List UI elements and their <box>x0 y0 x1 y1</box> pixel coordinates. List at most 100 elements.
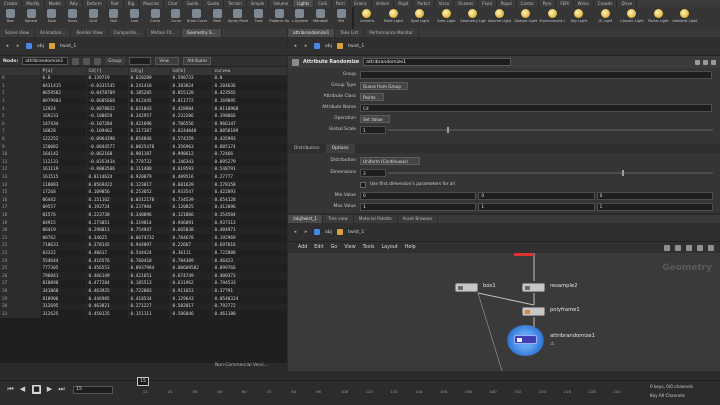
operation-dropdown[interactable]: Set Value <box>360 115 390 123</box>
shelf-tool[interactable]: Circle <box>145 7 166 29</box>
pane-tab[interactable]: Motion FX... <box>146 29 182 37</box>
column-header[interactable]: Cd[g] <box>128 67 171 75</box>
shelf-tab[interactable]: Vellum <box>372 0 395 7</box>
shelf-light-tool[interactable]: Distant Light <box>513 7 540 29</box>
group-type-dropdown[interactable]: Guess from Group <box>360 82 408 90</box>
shelf-tool[interactable]: Metaball <box>310 7 331 29</box>
shelf-tool[interactable]: Line <box>124 7 145 29</box>
node-body[interactable] <box>455 283 478 292</box>
detail-mode-icon[interactable] <box>94 57 102 65</box>
node-body[interactable] <box>522 307 545 316</box>
path-crumb-obj[interactable]: obj <box>37 44 44 49</box>
menu-item[interactable]: View <box>344 245 355 250</box>
menu-item[interactable]: Layout <box>381 245 397 250</box>
view-dropdown[interactable]: View <box>155 57 180 65</box>
shelf-tab[interactable]: Rigid <box>394 0 414 7</box>
pane-tab[interactable]: Performance Monitor <box>364 29 419 37</box>
stop-icon[interactable]: ■ <box>32 385 41 394</box>
shelf-tab[interactable]: Deform <box>83 0 107 7</box>
shelf-tab[interactable]: Text <box>107 0 124 7</box>
shelf-tool[interactable]: Null <box>103 7 124 29</box>
shelf-tab[interactable]: Drive <box>617 0 638 7</box>
path-crumb-obj[interactable]: obj <box>325 230 332 235</box>
grid-icon[interactable] <box>675 244 681 251</box>
current-frame-marker[interactable]: 15 <box>137 377 149 386</box>
column-header[interactable]: curveu <box>212 67 287 75</box>
pane-tab[interactable]: Tree view <box>323 215 354 223</box>
shelf-light-tool[interactable]: Ambient Light <box>672 7 699 29</box>
dimensions-field[interactable]: 3 <box>360 169 386 177</box>
shelf-tab[interactable]: Modify <box>22 0 45 7</box>
slider-knob[interactable] <box>622 170 624 176</box>
column-header[interactable]: Cd[b] <box>170 67 213 75</box>
min-value-x[interactable]: 0 <box>360 192 477 200</box>
group-field[interactable] <box>129 57 152 65</box>
back-icon[interactable]: ◂ <box>4 43 10 49</box>
dimensions-slider[interactable] <box>388 170 713 176</box>
use-first-checkbox[interactable] <box>360 182 366 188</box>
node-name-field[interactable]: attribrandomize1 <box>363 58 512 66</box>
shelf-tab[interactable]: Visco <box>435 0 455 7</box>
shelf-light-tool[interactable]: Environment Light <box>539 7 566 29</box>
pane-tab[interactable]: Take List <box>335 29 365 37</box>
column-header[interactable] <box>0 67 41 75</box>
max-value-x[interactable]: 1 <box>360 203 477 211</box>
network-editor[interactable]: Geometry box1 resample2 polyframe1 attri… <box>288 253 720 371</box>
step-back-icon[interactable]: ◀ <box>18 385 27 394</box>
points-mode-icon[interactable] <box>72 57 80 65</box>
node-body[interactable] <box>514 335 537 344</box>
shelf-tool[interactable]: Torus <box>62 7 83 29</box>
jump-end-icon[interactable]: ⏭ <box>57 385 66 394</box>
shelf-light-tool[interactable]: Portal Light <box>645 7 672 29</box>
shelf-tab[interactable]: Volume <box>269 0 294 7</box>
shelf-light-tool[interactable]: Camera <box>354 7 381 29</box>
shelf-tool[interactable]: Draw Curve <box>186 7 207 29</box>
pane-tab[interactable]: Render View <box>71 29 109 37</box>
shelf-tab[interactable]: Lights <box>293 0 315 7</box>
shelf-tab[interactable]: Guide <box>203 0 225 7</box>
shelf-tab[interactable]: Poly <box>66 0 83 7</box>
info-icon[interactable] <box>697 244 703 251</box>
shelf-tool[interactable]: File <box>331 7 352 29</box>
pane-tab[interactable]: Asset Browser <box>398 215 439 223</box>
shelf-tab[interactable]: FEM <box>556 0 574 7</box>
shelf-tab[interactable]: Popul <box>497 0 517 7</box>
shelf-tool[interactable]: Grid <box>83 7 104 29</box>
path-crumb-twist[interactable]: twist_1 <box>60 44 76 49</box>
shelf-tab[interactable]: Rig <box>124 0 140 7</box>
shelf-light-tool[interactable]: Area Light <box>433 7 460 29</box>
shelf-tab[interactable]: Simple <box>247 0 270 7</box>
shelf-tab[interactable]: Fluid <box>478 0 497 7</box>
menu-item[interactable]: Edit <box>314 245 323 250</box>
shelf-tool[interactable]: Path <box>207 7 228 29</box>
path-crumb-obj[interactable]: obj <box>325 44 332 49</box>
tab-options[interactable]: Options <box>325 144 355 153</box>
pane-tab[interactable]: Composite... <box>109 29 146 37</box>
shelf-tool[interactable]: Box <box>0 7 21 29</box>
forward-icon[interactable]: ▸ <box>303 229 309 235</box>
forward-icon[interactable]: ▸ <box>15 43 21 49</box>
max-value-z[interactable]: 1 <box>596 203 713 211</box>
prims-mode-icon[interactable] <box>83 57 91 65</box>
distribution-dropdown[interactable]: Uniform (Continuous) <box>360 157 420 165</box>
shelf-tool[interactable]: Curve <box>166 7 187 29</box>
shelf-tab[interactable]: Muscles <box>139 0 165 7</box>
shelf-light-tool[interactable]: Point Light <box>380 7 407 29</box>
shelf-tool[interactable]: Font <box>248 7 269 29</box>
pane-tab[interactable]: Material Palette <box>354 215 398 223</box>
shelf-tab[interactable]: Grains <box>350 0 372 7</box>
group-param-field[interactable] <box>360 71 712 79</box>
shelf-tab[interactable]: Contai <box>517 0 539 7</box>
info-icon[interactable] <box>711 59 716 65</box>
column-header[interactable]: Cd[r] <box>86 67 129 75</box>
max-value-y[interactable]: 1 <box>478 203 595 211</box>
forward-icon[interactable]: ▸ <box>303 43 309 49</box>
pane-tab[interactable]: Animation... <box>35 29 72 37</box>
attr-name-field[interactable]: Cd <box>360 104 712 112</box>
menu-item[interactable]: Go <box>331 245 338 250</box>
pane-tab[interactable]: Geometry S... <box>181 29 222 37</box>
shelf-tab[interactable]: Terrain <box>224 0 247 7</box>
play-icon[interactable]: ▶ <box>45 385 54 394</box>
shelf-tab[interactable]: Colli <box>314 0 332 7</box>
min-value-z[interactable]: 0 <box>596 192 713 200</box>
